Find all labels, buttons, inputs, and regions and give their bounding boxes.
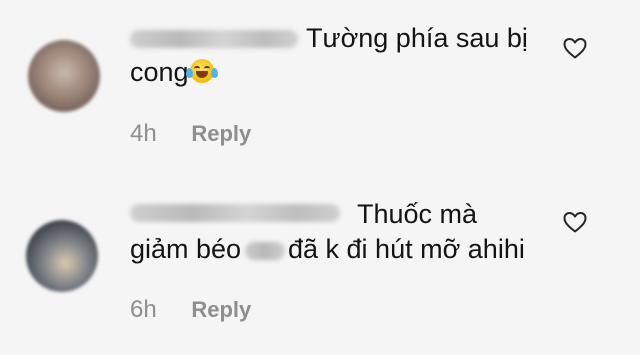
comment-meta: 4h Reply: [130, 120, 251, 148]
reply-button[interactable]: Reply: [191, 120, 251, 148]
comment-timestamp: 6h: [130, 296, 157, 323]
blurred-username[interactable]: [130, 30, 298, 48]
avatar[interactable]: [28, 40, 100, 112]
heart-outline-icon[interactable]: [562, 210, 588, 234]
comment-text: cong: [130, 57, 189, 87]
comment-meta: 6h Reply: [130, 296, 251, 324]
blurred-word: [245, 242, 285, 260]
comment-text-line: cong: [130, 56, 218, 88]
comment-item: Tường phía sau bị cong 4h Reply: [0, 0, 640, 178]
blurred-username[interactable]: [130, 204, 340, 222]
comment-text-line: Thuốc mà: [357, 199, 478, 229]
heart-outline-icon[interactable]: [562, 36, 588, 60]
face-with-tears-of-joy-emoji: [185, 59, 218, 83]
reply-button[interactable]: Reply: [191, 296, 251, 324]
comment-text: giảm béo: [130, 234, 242, 264]
avatar[interactable]: [26, 220, 98, 292]
comment-item: Thuốc mà giảm béo đã k đi hút mỡ ahihi 6…: [0, 178, 640, 355]
comment-timestamp: 4h: [130, 120, 157, 147]
comment-text: đã k đi hút mỡ ahihi: [288, 234, 525, 264]
comment-text-line: Tường phía sau bị: [306, 23, 528, 53]
